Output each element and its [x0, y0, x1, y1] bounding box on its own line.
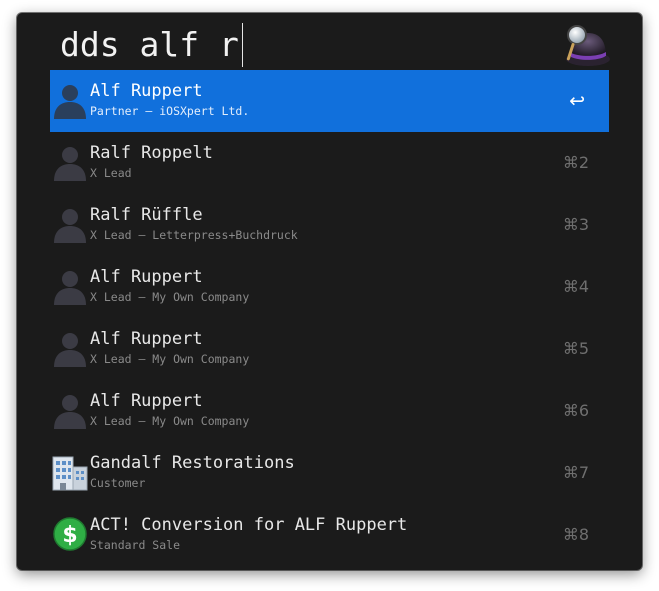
- svg-text:$: $: [62, 523, 77, 548]
- person-icon: [54, 147, 86, 181]
- building-icon: [52, 456, 88, 491]
- result-shortcut: ⌘8: [562, 525, 589, 544]
- result-row[interactable]: Alf Ruppert X Lead – My Own Company ⌘4: [50, 256, 609, 318]
- search-input[interactable]: dds alf r: [60, 23, 243, 67]
- result-title: Alf Ruppert: [90, 329, 203, 349]
- person-icon: [54, 333, 86, 367]
- result-subtitle: Standard Sale: [90, 538, 181, 552]
- search-query-text: dds alf r: [60, 25, 239, 64]
- person-icon: [54, 271, 86, 305]
- result-title: Gandalf Restorations: [90, 453, 295, 473]
- result-subtitle: X Lead – Letterpress+Buchdruck: [90, 228, 298, 242]
- result-subtitle: X Lead: [90, 166, 132, 180]
- result-subtitle: Partner – iOSXpert Ltd.: [90, 104, 250, 118]
- person-icon: [54, 395, 86, 429]
- text-caret: [241, 23, 243, 67]
- person-icon: [54, 209, 86, 243]
- launcher-window: dds alf r Alf Ruppert Partner – iOSXpert…: [17, 13, 642, 570]
- result-row[interactable]: Gandalf Restorations Customer ⌘7: [50, 442, 609, 504]
- result-subtitle: X Lead – My Own Company: [90, 414, 250, 428]
- result-row[interactable]: Ralf Roppelt X Lead ⌘2: [50, 132, 609, 194]
- result-subtitle: Customer: [90, 476, 146, 490]
- result-subtitle: X Lead – My Own Company: [90, 290, 250, 304]
- return-key-shortcut: ↩: [569, 90, 585, 112]
- search-bar[interactable]: dds alf r: [17, 13, 642, 70]
- result-row[interactable]: Alf Ruppert X Lead – My Own Company ⌘5: [50, 318, 609, 380]
- result-title: Alf Ruppert: [90, 81, 203, 101]
- result-row[interactable]: Ralf Rüffle X Lead – Letterpress+Buchdru…: [50, 194, 609, 256]
- dollar-icon: $: [53, 517, 87, 551]
- result-shortcut: ⌘6: [562, 401, 589, 420]
- result-shortcut: ⌘5: [562, 339, 589, 358]
- result-title: Alf Ruppert: [90, 391, 203, 411]
- results-list: Alf Ruppert Partner – iOSXpert Ltd. ↩ Ra…: [50, 70, 609, 566]
- result-row[interactable]: Alf Ruppert X Lead – My Own Company ⌘6: [50, 380, 609, 442]
- result-row[interactable]: Alf Ruppert Partner – iOSXpert Ltd. ↩: [50, 70, 609, 132]
- result-shortcut: ⌘4: [562, 277, 589, 296]
- result-title: ACT! Conversion for ALF Ruppert: [90, 515, 408, 535]
- result-row[interactable]: $ ACT! Conversion for ALF Ruppert Standa…: [50, 504, 609, 566]
- person-icon: [54, 85, 86, 119]
- result-title: Alf Ruppert: [90, 267, 203, 287]
- result-shortcut: ⌘2: [562, 153, 589, 172]
- result-subtitle: X Lead – My Own Company: [90, 352, 250, 366]
- result-title: Ralf Roppelt: [90, 143, 213, 163]
- result-title: Ralf Rüffle: [90, 205, 203, 225]
- result-shortcut: ⌘3: [562, 215, 589, 234]
- result-shortcut: ⌘7: [562, 463, 589, 482]
- alfred-hat-icon[interactable]: [560, 21, 612, 69]
